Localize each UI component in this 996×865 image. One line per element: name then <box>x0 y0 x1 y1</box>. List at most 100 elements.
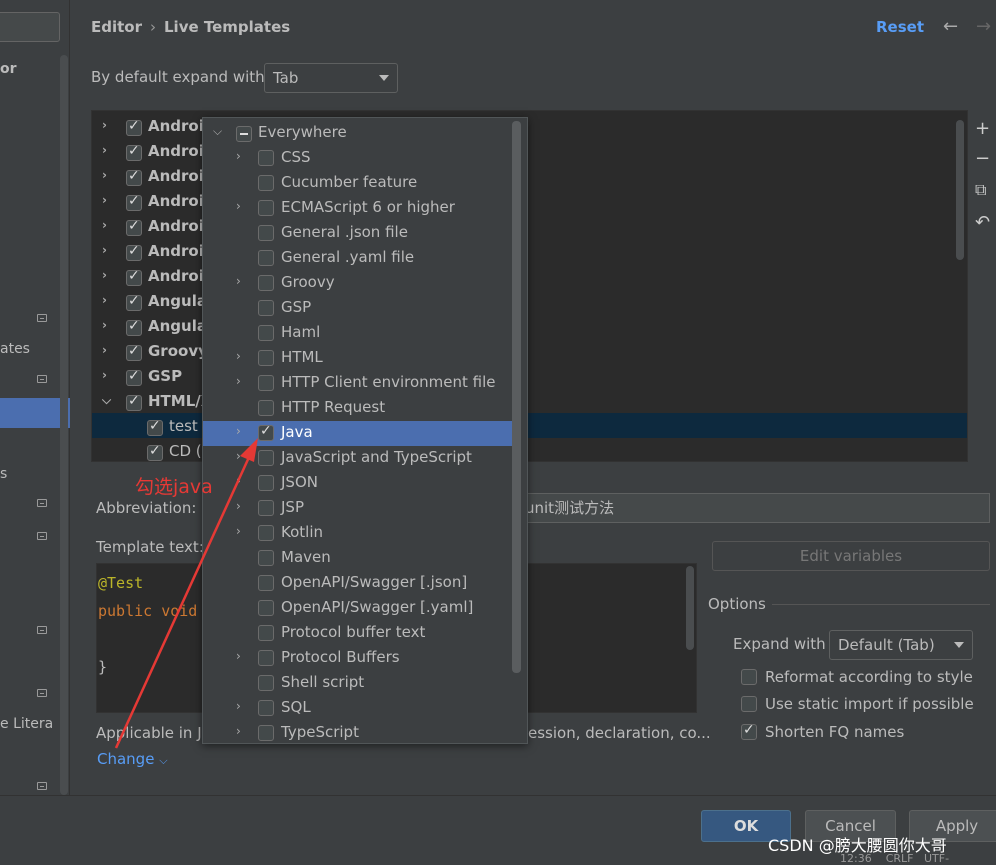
popup-item-checkbox[interactable] <box>258 375 274 391</box>
popup-item-checkbox[interactable] <box>258 175 274 191</box>
popup-item-checkbox[interactable] <box>258 300 274 316</box>
popup-item-protocol-buffers[interactable]: › Protocol Buffers <box>203 646 515 671</box>
partial-checkbox[interactable] <box>236 126 252 142</box>
popup-item-shell-script[interactable]: Shell script <box>203 671 515 696</box>
popup-item-typescript[interactable]: › TypeScript <box>203 721 515 743</box>
tree-checkbox[interactable] <box>126 393 142 411</box>
popup-item-checkbox[interactable] <box>258 325 274 341</box>
popup-item-checkbox[interactable] <box>258 225 274 241</box>
popup-item-ecmascript-6-or-higher[interactable]: › ECMAScript 6 or higher <box>203 196 515 221</box>
chevron-right-icon[interactable]: › <box>102 168 107 182</box>
change-context-link[interactable]: Change ⌵ <box>97 750 168 768</box>
chevron-right-icon[interactable]: › <box>236 499 241 513</box>
tree-checkbox[interactable] <box>126 318 142 336</box>
tree-checkbox[interactable] <box>147 443 163 461</box>
chevron-right-icon[interactable]: › <box>102 343 107 357</box>
popup-item-groovy[interactable]: › Groovy <box>203 271 515 296</box>
popup-item-checkbox[interactable] <box>258 423 274 441</box>
sidebar-item-file-templates[interactable]: ates <box>0 341 30 357</box>
popup-item-everywhere[interactable]: ⌵ Everywhere <box>203 121 515 146</box>
editor-scrollbar[interactable] <box>686 566 694 650</box>
popup-item-json[interactable]: › JSON <box>203 471 515 496</box>
chevron-right-icon[interactable]: › <box>236 149 241 163</box>
reformat-option[interactable]: Reformat according to style <box>741 668 973 686</box>
tree-checkbox[interactable] <box>126 343 142 361</box>
popup-item-checkbox[interactable] <box>258 200 274 216</box>
popup-item-sql[interactable]: › SQL <box>203 696 515 721</box>
popup-item-checkbox[interactable] <box>258 400 274 416</box>
popup-item-cucumber-feature[interactable]: Cucumber feature <box>203 171 515 196</box>
chevron-right-icon[interactable]: › <box>236 474 241 488</box>
popup-item-html[interactable]: › HTML <box>203 346 515 371</box>
sidebar-item-editor[interactable]: or <box>0 61 17 77</box>
reformat-checkbox[interactable] <box>741 668 757 685</box>
popup-item-openapi-swagger-json[interactable]: OpenAPI/Swagger [.json] <box>203 571 515 596</box>
chevron-right-icon[interactable]: › <box>102 143 107 157</box>
popup-item-general-json-file[interactable]: General .json file <box>203 221 515 246</box>
breadcrumb-editor[interactable]: Editor <box>91 18 142 36</box>
chevron-right-icon[interactable]: › <box>102 193 107 207</box>
popup-item-checkbox[interactable] <box>258 350 274 366</box>
chevron-right-icon[interactable]: › <box>102 118 107 132</box>
static-import-checkbox[interactable] <box>741 695 757 712</box>
popup-item-general-yaml-file[interactable]: General .yaml file <box>203 246 515 271</box>
popup-item-checkbox[interactable] <box>258 500 274 516</box>
copy-icon[interactable]: ⧉ <box>975 180 986 200</box>
sidebar-item-fragment[interactable]: s <box>0 466 7 482</box>
popup-item-http-client-environment-file[interactable]: › HTTP Client environment file <box>203 371 515 396</box>
back-arrow-icon[interactable]: ← <box>943 16 958 37</box>
popup-item-checkbox[interactable] <box>258 150 274 166</box>
chevron-right-icon[interactable]: › <box>236 699 241 713</box>
popup-item-checkbox[interactable] <box>258 450 274 466</box>
tree-checkbox[interactable] <box>126 168 142 186</box>
tree-checkbox[interactable] <box>126 118 142 136</box>
popup-item-openapi-swagger-yaml[interactable]: OpenAPI/Swagger [.yaml] <box>203 596 515 621</box>
tree-checkbox[interactable] <box>126 293 142 311</box>
chevron-down-icon[interactable]: ⌵ <box>102 393 111 408</box>
popup-item-java[interactable]: › Java <box>203 421 515 446</box>
tree-checkbox[interactable] <box>126 193 142 211</box>
popup-item-checkbox[interactable] <box>258 600 274 616</box>
static-import-option[interactable]: Use static import if possible <box>741 695 974 713</box>
popup-item-protocol-buffer-text[interactable]: Protocol buffer text <box>203 621 515 646</box>
chevron-right-icon[interactable]: › <box>236 649 241 663</box>
popup-item-haml[interactable]: Haml <box>203 321 515 346</box>
popup-item-checkbox[interactable] <box>258 525 274 541</box>
sidebar-scrollbar[interactable] <box>60 55 68 795</box>
popup-item-checkbox[interactable] <box>258 475 274 491</box>
popup-item-checkbox[interactable] <box>258 575 274 591</box>
chevron-down-icon[interactable]: ⌵ <box>213 124 222 139</box>
shorten-fq-option[interactable]: Shorten FQ names <box>741 722 904 741</box>
tree-checkbox[interactable] <box>126 218 142 236</box>
popup-item-maven[interactable]: Maven <box>203 546 515 571</box>
chevron-right-icon[interactable]: › <box>236 424 241 438</box>
popup-item-checkbox[interactable] <box>258 675 274 691</box>
chevron-right-icon[interactable]: › <box>236 349 241 363</box>
shorten-fq-checkbox[interactable] <box>741 722 757 740</box>
popup-item-kotlin[interactable]: › Kotlin <box>203 521 515 546</box>
popup-scrollbar[interactable] <box>512 121 521 673</box>
expand-with-select[interactable]: Default (Tab) <box>829 630 973 660</box>
tree-checkbox[interactable] <box>126 243 142 261</box>
tree-scrollbar[interactable] <box>956 120 964 260</box>
chevron-right-icon[interactable]: › <box>236 449 241 463</box>
popup-item-checkbox[interactable] <box>258 250 274 266</box>
popup-item-checkbox[interactable] <box>258 625 274 641</box>
sidebar-item-language-injections[interactable]: e Litera <box>0 716 53 732</box>
popup-item-checkbox[interactable] <box>258 275 274 291</box>
popup-item-jsp[interactable]: › JSP <box>203 496 515 521</box>
chevron-right-icon[interactable]: › <box>236 374 241 388</box>
popup-item-javascript-and-typescript[interactable]: › JavaScript and TypeScript <box>203 446 515 471</box>
chevron-right-icon[interactable]: › <box>102 243 107 257</box>
popup-item-http-request[interactable]: HTTP Request <box>203 396 515 421</box>
reset-link[interactable]: Reset <box>876 18 924 36</box>
add-icon[interactable]: + <box>975 118 990 139</box>
chevron-right-icon[interactable]: › <box>102 318 107 332</box>
chevron-right-icon[interactable]: › <box>102 293 107 307</box>
chevron-right-icon[interactable]: › <box>102 218 107 232</box>
tree-checkbox[interactable] <box>126 143 142 161</box>
context-type-popup[interactable]: ⌵ Everywhere › CSS Cucumber feature › ECMASc… <box>202 117 528 744</box>
popup-item-css[interactable]: › CSS <box>203 146 515 171</box>
forward-arrow-icon[interactable]: → <box>976 16 991 37</box>
popup-item-checkbox[interactable] <box>258 700 274 716</box>
